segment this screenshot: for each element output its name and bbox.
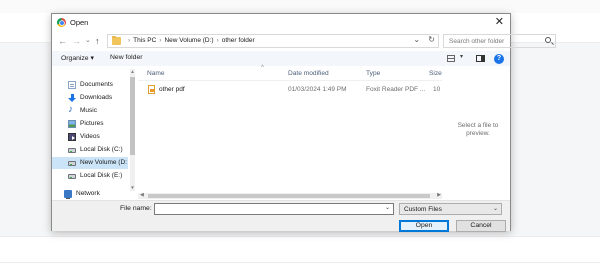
forward-arrow-icon[interactable]: →: [72, 35, 81, 47]
type-cell: Foxit Reader PDF ...: [366, 86, 426, 93]
column-header-name[interactable]: Name: [147, 70, 165, 77]
nav-item-documents[interactable]: Documents: [52, 79, 128, 91]
nav-item-label: Videos: [80, 133, 100, 140]
nav-item-label: Pictures: [80, 120, 104, 127]
open-button[interactable]: Open: [399, 220, 449, 232]
back-arrow-icon[interactable]: ←: [58, 35, 67, 47]
address-controls: ⌄ ↻: [413, 35, 435, 44]
documents-icon: [68, 81, 76, 89]
refresh-icon[interactable]: ↻: [428, 35, 435, 44]
drive-icon: [68, 161, 76, 166]
navigation-scrollbar-thumb[interactable]: [130, 77, 135, 155]
close-icon[interactable]: ✕: [495, 15, 504, 29]
column-header-type[interactable]: Type: [366, 70, 380, 77]
help-icon[interactable]: ?: [494, 53, 504, 64]
file-type-filter[interactable]: Custom Files ⌄: [399, 203, 502, 215]
date-modified-cell: 01/03/2024 1:49 PM: [288, 86, 347, 93]
address-bar[interactable]: › This PC › New Volume (D:) › other folder ⌄ …: [107, 34, 439, 48]
header-divider: [138, 80, 442, 81]
nav-item-label: Downloads: [80, 94, 113, 101]
search-input[interactable]: Search other folder: [443, 34, 556, 48]
address-row: ← → ⌄ ↑ › This PC › New Volume (D:) › other f…: [52, 33, 556, 49]
music-icon: [68, 104, 76, 115]
open-file-dialog: Open ✕ ← → ⌄ ↑ › This PC › New Volume (D:) ›…: [51, 13, 556, 232]
file-type-filter-value: Custom Files: [404, 206, 442, 213]
nav-item-network[interactable]: Network: [48, 188, 124, 200]
nav-item-local-disk-c[interactable]: Local Disk (C:): [52, 144, 128, 156]
pictures-icon: [68, 120, 76, 128]
size-cell: 10: [433, 86, 441, 93]
file-name-cell: other pdf: [159, 86, 185, 93]
nav-item-label: Documents: [80, 81, 113, 88]
nav-item-label: Network: [76, 190, 100, 197]
search-icon: [545, 37, 551, 43]
nav-item-label: New Volume (D:: [80, 159, 127, 166]
view-options-caret-icon[interactable]: ▾: [460, 53, 463, 60]
breadcrumb-separator: ›: [159, 37, 162, 44]
breadcrumb-this-pc[interactable]: This PC: [133, 37, 156, 44]
preview-pane-icon[interactable]: [476, 55, 485, 62]
breadcrumb-separator: ›: [128, 37, 131, 44]
scroll-right-icon[interactable]: ▶: [437, 192, 441, 198]
cancel-button[interactable]: Cancel: [456, 220, 506, 232]
file-name-label: File name:: [120, 205, 152, 212]
file-name-field[interactable]: ⌄: [154, 203, 394, 215]
nav-item-pictures[interactable]: Pictures: [52, 118, 128, 130]
folder-icon: [112, 35, 121, 45]
filter-dropdown-chevron-icon: ⌄: [492, 206, 498, 212]
nav-item-videos[interactable]: Videos: [52, 131, 128, 143]
column-header-date-modified[interactable]: Date modified: [288, 70, 329, 77]
background-divider: [0, 262, 600, 263]
videos-icon: [68, 133, 76, 141]
breadcrumb: › This PC › New Volume (D:) › other folder: [125, 37, 255, 44]
background-top-band: [0, 0, 600, 13]
change-view-icon[interactable]: [447, 55, 455, 62]
command-toolbar: Organize ▾ New folder ▾ ?: [52, 51, 510, 66]
nav-item-label: Local Disk (E:): [80, 172, 123, 179]
organize-button[interactable]: Organize ▾: [61, 54, 94, 62]
nav-item-label: Music: [80, 107, 97, 114]
chrome-icon: [57, 18, 66, 27]
horizontal-scrollbar-thumb[interactable]: [148, 194, 430, 198]
dialog-footer: File name: ⌄ Custom Files ⌄ Open Cancel: [52, 200, 510, 232]
up-arrow-icon[interactable]: ↑: [95, 35, 100, 47]
search-placeholder: Search other folder: [449, 37, 505, 45]
nav-item-new-volume-d[interactable]: New Volume (D:: [52, 157, 128, 169]
navigation-pane: Documents Downloads Music Pictures Video…: [52, 67, 136, 199]
nav-item-music[interactable]: Music: [52, 104, 128, 117]
recent-locations-chevron-icon[interactable]: ⌄: [85, 35, 91, 47]
dialog-title: Open: [70, 18, 89, 27]
sort-ascending-icon: ^: [261, 65, 264, 71]
address-dropdown-chevron-icon[interactable]: ⌄: [413, 35, 420, 44]
scroll-down-icon[interactable]: ▼: [130, 185, 135, 190]
breadcrumb-separator: ›: [216, 37, 219, 44]
nav-item-label: Local Disk (C:): [80, 146, 123, 153]
downloads-icon: [68, 94, 76, 102]
nav-item-downloads[interactable]: Downloads: [52, 92, 128, 104]
horizontal-scrollbar[interactable]: ◀ ▶: [138, 192, 442, 199]
pdf-file-icon: [148, 85, 155, 94]
nav-item-local-disk-e[interactable]: Local Disk (E:): [52, 170, 128, 182]
new-folder-button[interactable]: New folder: [110, 54, 143, 61]
drive-icon: [68, 148, 76, 153]
file-list: Name ^ Date modified Type Size other pdf…: [138, 65, 442, 191]
scroll-up-icon[interactable]: ▲: [130, 69, 135, 74]
breadcrumb-other-folder[interactable]: other folder: [222, 37, 255, 44]
preview-message: Select a file to preview.: [457, 122, 499, 137]
drive-icon: [68, 174, 76, 179]
table-row[interactable]: other pdf 01/03/2024 1:49 PM Foxit Reade…: [144, 84, 442, 96]
network-icon: [64, 190, 72, 199]
column-header-size[interactable]: Size: [429, 70, 442, 77]
breadcrumb-new-volume[interactable]: New Volume (D:): [164, 37, 213, 44]
file-name-dropdown-chevron-icon[interactable]: ⌄: [385, 204, 390, 211]
scroll-left-icon[interactable]: ◀: [140, 192, 144, 198]
title-bar[interactable]: Open ✕: [52, 14, 510, 31]
navigation-scrollbar[interactable]: [130, 69, 135, 191]
